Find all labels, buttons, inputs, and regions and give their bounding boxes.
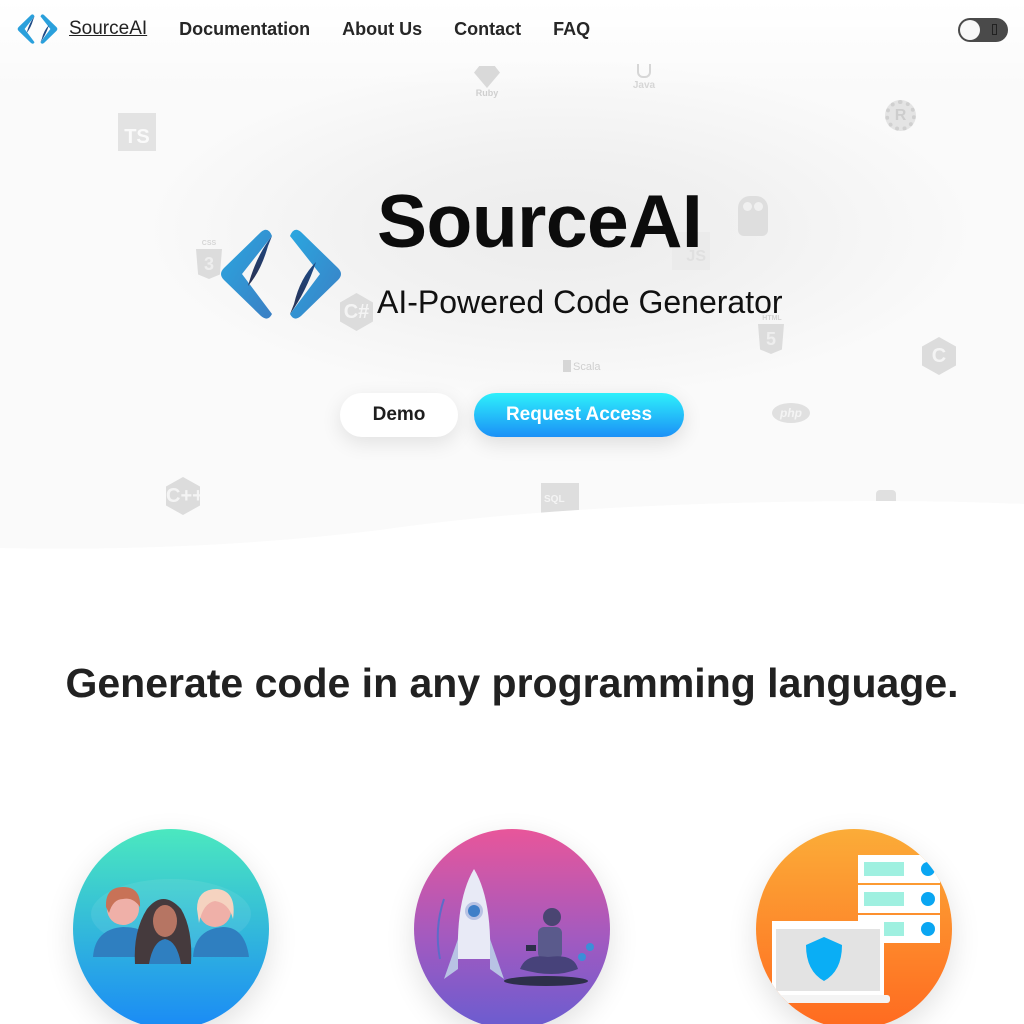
demo-button[interactable]: Demo xyxy=(340,393,458,437)
theme-toggle[interactable] xyxy=(958,18,1008,42)
hero-logo-icon xyxy=(221,229,341,319)
go-gopher-icon xyxy=(738,196,768,236)
secure-server-laptop-illustration-icon xyxy=(766,855,940,1003)
hero-section: TS Ruby Java R CSS 3 JS C# HTML 5 C Scala … xyxy=(0,0,1024,560)
toggle-knob xyxy=(960,20,980,40)
top-navbar: SourceAI Documentation About Us Contact … xyxy=(0,0,1024,58)
feature-team-circle xyxy=(73,829,269,1024)
code-brackets-logo-icon xyxy=(17,14,58,44)
brand-name: SourceAI xyxy=(69,18,148,39)
php-icon: php xyxy=(772,403,810,423)
java-icon: Java xyxy=(632,60,656,94)
team-people-illustration-icon xyxy=(91,879,251,964)
hero-subtitle: AI-Powered Code Generator xyxy=(377,284,783,320)
c-language-icon: C xyxy=(922,337,956,375)
moon-icon xyxy=(992,24,997,35)
nav-link-faq[interactable]: FAQ xyxy=(553,19,590,40)
hero-wave-divider xyxy=(0,501,1024,560)
hero-title: SourceAI xyxy=(377,179,703,263)
nav-link-contact[interactable]: Contact xyxy=(454,19,521,40)
request-access-button[interactable]: Request Access xyxy=(474,393,684,437)
rust-icon: R xyxy=(885,100,916,131)
html5-icon: HTML 5 xyxy=(758,315,786,357)
brand-link[interactable]: SourceAI xyxy=(16,13,147,45)
ruby-icon: Ruby xyxy=(472,66,502,104)
features-title: Generate code in any programming languag… xyxy=(65,660,959,706)
rocket-launch-illustration-icon xyxy=(436,869,594,986)
scala-icon: Scala xyxy=(563,360,601,373)
typescript-icon: TS xyxy=(118,113,156,151)
feature-rocket-circle xyxy=(414,829,610,1024)
feature-security-circle xyxy=(756,829,952,1024)
nav-link-about-us[interactable]: About Us xyxy=(342,19,422,40)
nav-link-documentation[interactable]: Documentation xyxy=(179,19,310,40)
